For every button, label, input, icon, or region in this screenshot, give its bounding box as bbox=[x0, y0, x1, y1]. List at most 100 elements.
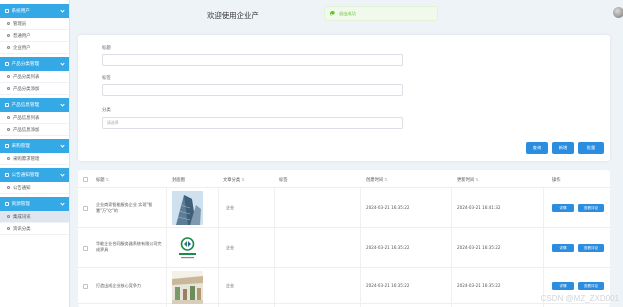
category-select[interactable]: 请选择 bbox=[102, 117, 403, 129]
chevron-down-icon bbox=[60, 102, 65, 107]
bullet-icon bbox=[7, 186, 10, 189]
detail-button[interactable]: 详情 bbox=[552, 282, 574, 290]
sidebar-group-product-category[interactable]: 产品分类管理 bbox=[0, 57, 69, 71]
row-cover-image bbox=[172, 191, 203, 225]
menu-group-icon bbox=[5, 144, 9, 148]
sidebar-item-label: 产品分类列表 bbox=[13, 74, 40, 80]
column-updated[interactable]: 更新时间⇅ bbox=[457, 177, 479, 183]
sidebar-item-product-add[interactable]: 产品信息添加 bbox=[0, 124, 69, 136]
column-title[interactable]: 标题⇅ bbox=[96, 177, 109, 183]
sidebar-group-label: 采购管理 bbox=[11, 144, 30, 149]
column-cover: 封面图 bbox=[172, 178, 185, 183]
sidebar-item-purchase-demand[interactable]: 采购需求管理 bbox=[0, 153, 69, 165]
row-updated: 2024-03-21 16:41:32 bbox=[457, 205, 501, 210]
row-title: 打造出成企业核心竞争力 bbox=[96, 283, 142, 288]
sidebar-item-label: 资讯分类 bbox=[13, 226, 31, 232]
row-created: 2024-03-21 16:35:22 bbox=[366, 205, 410, 210]
sidebar-item-category-list[interactable]: 产品分类列表 bbox=[0, 71, 69, 83]
data-table: 标题⇅ 封面图 文章分类⇅ 标签 创建时间⇅ 更新时间⇅ 操作 企业商家智能服务… bbox=[78, 170, 610, 307]
sidebar-item-product-list[interactable]: 产品信息列表 bbox=[0, 112, 69, 124]
sidebar-group-label: 系统用户 bbox=[11, 9, 30, 14]
sidebar-group-resource[interactable]: 资源管理 bbox=[0, 197, 69, 211]
bullet-icon bbox=[7, 75, 10, 78]
sidebar-item-label: 普通用户 bbox=[13, 33, 31, 39]
column-category[interactable]: 文章分类⇅ bbox=[223, 177, 245, 183]
sidebar: 系统用户 管理员 普通用户 企业用户 产品分类管理 产品分类列表 产品分类添加 … bbox=[0, 0, 70, 307]
search-panel: 标题 标签 分类 请选择 查询 新增 批量 bbox=[78, 35, 610, 161]
bullet-icon bbox=[7, 215, 10, 218]
table-header: 标题⇅ 封面图 文章分类⇅ 标签 创建时间⇅ 更新时间⇅ 操作 bbox=[78, 170, 610, 188]
batch-delete-button[interactable]: 批量 bbox=[578, 142, 604, 154]
avatar[interactable] bbox=[613, 7, 623, 18]
menu-group-icon bbox=[5, 202, 9, 206]
check-circle-icon bbox=[330, 11, 335, 16]
tag-input[interactable] bbox=[102, 84, 403, 96]
table-row: 打造出成企业核心竞争力 企业 2024-03-21 16:35:22 2024-… bbox=[78, 268, 610, 304]
view-comments-button[interactable]: 查看评论 bbox=[578, 204, 604, 212]
sidebar-item-news[interactable]: 集成讯讯 bbox=[0, 211, 69, 223]
title-input[interactable] bbox=[102, 54, 403, 66]
row-checkbox[interactable] bbox=[83, 246, 88, 251]
sidebar-item-label: 集成讯讯 bbox=[13, 214, 31, 220]
sidebar-group-label: 产品信息管理 bbox=[11, 103, 40, 108]
sidebar-group-product-info[interactable]: 产品信息管理 bbox=[0, 98, 69, 112]
chevron-down-icon bbox=[60, 201, 65, 206]
row-category: 企业 bbox=[226, 205, 235, 210]
detail-button[interactable]: 详情 bbox=[552, 204, 574, 212]
menu-group-icon bbox=[5, 62, 9, 66]
row-title: 华能企业合同服务器系统有限公司完成界具 bbox=[96, 241, 162, 252]
row-updated: 2024-03-21 16:35:22 bbox=[457, 283, 501, 288]
sidebar-item-news-category[interactable]: 资讯分类 bbox=[0, 223, 69, 235]
sidebar-group-users[interactable]: 系统用户 bbox=[0, 4, 69, 18]
bullet-icon bbox=[7, 128, 10, 131]
column-created-label: 创建时间 bbox=[366, 178, 384, 183]
row-checkbox[interactable] bbox=[83, 206, 88, 211]
sidebar-item-label: 采购需求管理 bbox=[13, 156, 40, 162]
view-comments-button[interactable]: 查看评论 bbox=[578, 282, 604, 290]
sidebar-item-label: 企业用户 bbox=[13, 45, 31, 51]
row-updated: 2024-03-21 16:35:22 bbox=[457, 245, 501, 250]
table-row: 华能企业合同服务器系统有限公司完成界具 企业 2024-03-21 16:35:… bbox=[78, 228, 610, 268]
page-title: 欢迎使用企业产 bbox=[207, 11, 259, 20]
sidebar-item-admin[interactable]: 管理员 bbox=[0, 18, 69, 30]
sort-icon: ⇅ bbox=[384, 178, 388, 183]
sort-icon: ⇅ bbox=[241, 178, 245, 183]
title-label: 标题 bbox=[102, 46, 111, 51]
sidebar-item-normal-user[interactable]: 普通用户 bbox=[0, 30, 69, 42]
bullet-icon bbox=[7, 34, 10, 37]
column-tags: 标签 bbox=[279, 178, 288, 183]
sidebar-item-label: 公告通知 bbox=[13, 185, 31, 191]
menu-group-icon bbox=[5, 173, 9, 177]
view-comments-button[interactable]: 查看评论 bbox=[578, 244, 604, 252]
column-category-label: 文章分类 bbox=[223, 178, 241, 183]
sort-icon: ⇅ bbox=[475, 178, 479, 183]
tag-label: 标签 bbox=[102, 76, 111, 81]
sidebar-item-enterprise-user[interactable]: 企业用户 bbox=[0, 42, 69, 54]
row-category: 企业 bbox=[226, 245, 235, 250]
bullet-icon bbox=[7, 22, 10, 25]
row-checkbox[interactable] bbox=[83, 284, 88, 289]
detail-button[interactable]: 详情 bbox=[552, 244, 574, 252]
category-label: 分类 bbox=[102, 108, 111, 113]
sidebar-group-notice[interactable]: 公告通知管理 bbox=[0, 168, 69, 182]
menu-group-icon bbox=[5, 103, 9, 107]
row-category: 企业 bbox=[226, 283, 235, 288]
bullet-icon bbox=[7, 87, 10, 90]
search-button[interactable]: 查询 bbox=[526, 142, 548, 154]
row-created: 2024-03-21 16:35:22 bbox=[366, 283, 410, 288]
sidebar-item-category-add[interactable]: 产品分类添加 bbox=[0, 83, 69, 95]
sidebar-item-notice[interactable]: 公告通知 bbox=[0, 182, 69, 194]
add-button[interactable]: 新增 bbox=[552, 142, 574, 154]
sidebar-group-label: 公告通知管理 bbox=[11, 173, 40, 178]
row-cover-image bbox=[172, 231, 203, 265]
sidebar-item-label: 产品分类添加 bbox=[13, 86, 40, 92]
column-title-label: 标题 bbox=[96, 178, 105, 183]
sidebar-group-purchase[interactable]: 采购管理 bbox=[0, 139, 69, 153]
column-actions: 操作 bbox=[552, 178, 561, 183]
chevron-down-icon bbox=[60, 8, 65, 13]
bullet-icon bbox=[7, 116, 10, 119]
select-all-checkbox[interactable] bbox=[83, 177, 88, 182]
watermark: CSDN @MZ_ZXD001 bbox=[540, 294, 619, 303]
table-row: 企业商家智能服务企业 实现"智慧"万"亿"的 企业 2024-03-21 16:… bbox=[78, 188, 610, 228]
column-created[interactable]: 创建时间⇅ bbox=[366, 177, 388, 183]
